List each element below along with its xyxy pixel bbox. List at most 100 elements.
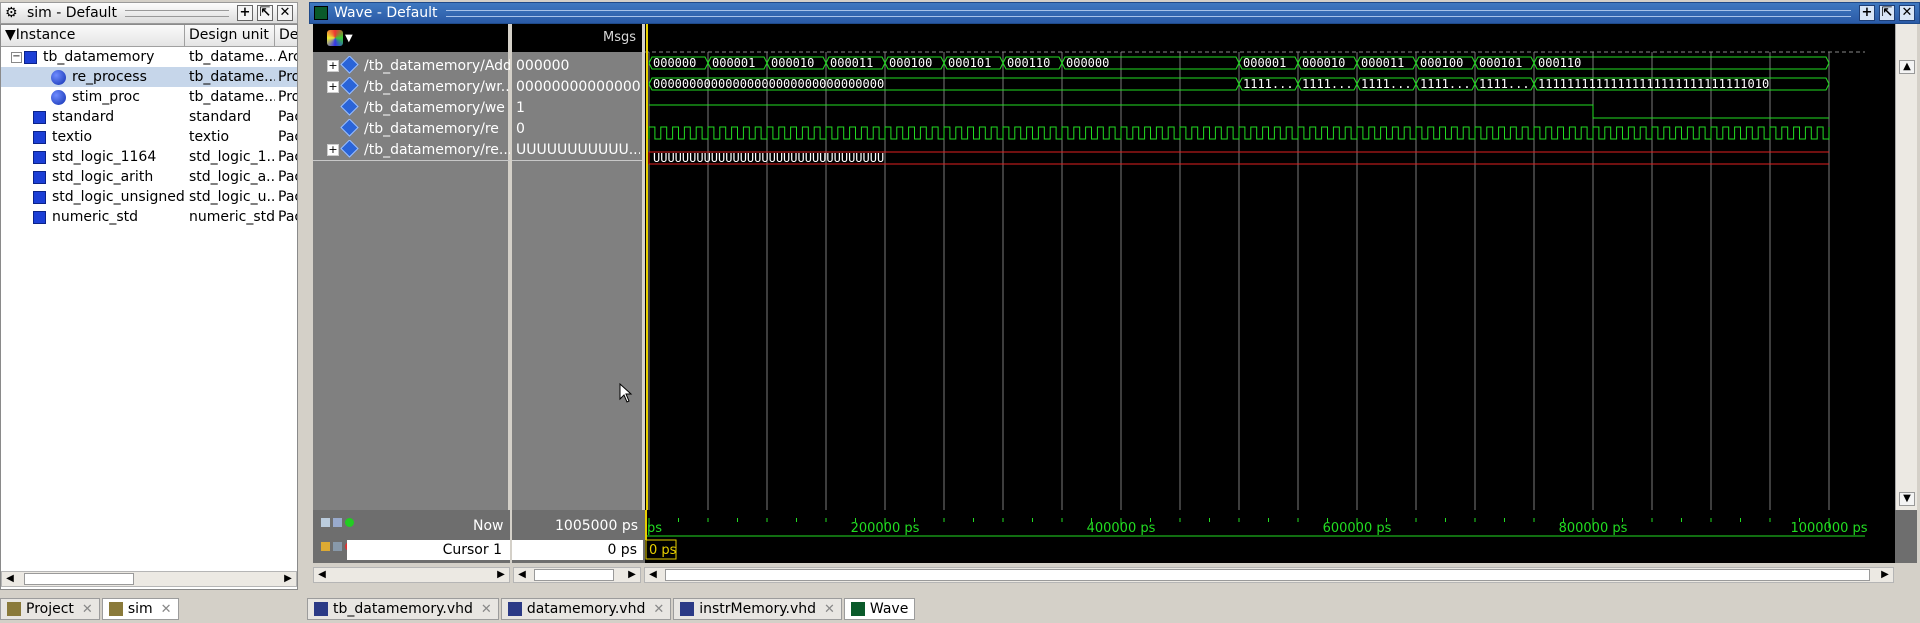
tab-sim[interactable]: sim ✕ xyxy=(101,598,179,620)
vhdl-file-icon xyxy=(507,602,522,616)
add-icon[interactable]: + xyxy=(237,5,253,21)
wave-vscrollbar[interactable]: ▲ ▼ xyxy=(1895,24,1917,510)
signal-row[interactable]: + /tb_datamemory/wr... xyxy=(313,77,510,97)
splitter[interactable] xyxy=(300,24,313,594)
instance-row[interactable]: std_logic_1164 std_logic_1...Pac xyxy=(1,147,297,167)
add-icon[interactable]: + xyxy=(1859,5,1875,21)
vhdl-file-icon xyxy=(314,602,328,616)
scroll-right-icon[interactable]: ▶ xyxy=(624,568,640,582)
tab-label: tb_datamemory.vhd xyxy=(333,601,473,617)
design-unit: standard xyxy=(189,109,252,125)
wave-titlebar[interactable]: Wave - Default + ⇱ ✕ xyxy=(309,2,1920,24)
signal-name: /tb_datamemory/we xyxy=(364,100,505,116)
scroll-up-icon[interactable]: ▲ xyxy=(1899,60,1915,74)
mouse-pointer-icon xyxy=(619,383,633,403)
design-unit: std_logic_u... xyxy=(189,189,275,205)
design-type: Pro xyxy=(278,89,297,105)
scroll-left-icon[interactable]: ◀ xyxy=(2,572,18,586)
close-icon[interactable]: ✕ xyxy=(277,5,293,21)
signal-toolbar: ▼ xyxy=(313,24,508,52)
design-unit: std_logic_1... xyxy=(189,149,275,165)
add-cursor-icon[interactable] xyxy=(345,518,354,527)
sim-titlebar[interactable]: ⚙ sim - Default + ⇱ ✕ xyxy=(0,2,298,24)
tab-project[interactable]: Project ✕ xyxy=(0,598,100,620)
signal-row[interactable]: /tb_datamemory/re xyxy=(313,119,510,139)
scroll-right-icon[interactable]: ▶ xyxy=(1877,568,1893,582)
sim-hscrollbar[interactable]: ◀ ▶ xyxy=(1,571,297,587)
cursor-name[interactable]: Cursor 1 xyxy=(347,540,510,560)
cursor-edit-icon[interactable] xyxy=(321,518,330,527)
signal-icon xyxy=(340,119,359,137)
format-icon[interactable] xyxy=(327,30,343,46)
collapse-icon[interactable]: − xyxy=(11,51,22,63)
instance-name: standard xyxy=(52,109,115,125)
timeline[interactable]: ps 200000 ps 400000 ps 600000 ps 800000 ps 10… xyxy=(645,510,1895,563)
scroll-down-icon[interactable]: ▼ xyxy=(1899,492,1915,506)
waveform-pane[interactable]: 000000 000001 000010 000011 000100 000101 0001… xyxy=(645,24,1895,510)
instance-row[interactable]: textio textio Pac xyxy=(1,127,297,147)
close-tab-icon[interactable]: ✕ xyxy=(481,602,492,617)
cursor-view-icon[interactable] xyxy=(333,518,342,527)
waveform-canvas[interactable]: 000000 000001 000010 000011 000100 000101 0001… xyxy=(645,24,1895,510)
bus-value: 000110 xyxy=(1007,56,1050,70)
wave-titlebar-grip[interactable] xyxy=(445,9,1851,17)
close-icon[interactable]: ✕ xyxy=(1899,5,1915,21)
instance-row[interactable]: re_process tb_datame... Pro xyxy=(1,67,297,87)
close-tab-icon[interactable]: ✕ xyxy=(824,602,835,617)
scroll-left-icon[interactable]: ◀ xyxy=(645,568,661,582)
scroll-right-icon[interactable]: ▶ xyxy=(280,572,296,586)
scroll-thumb[interactable] xyxy=(665,569,1870,581)
timeline-start-label: ps xyxy=(647,521,662,536)
names-hscrollbar[interactable]: ◀ ▶ xyxy=(313,567,510,583)
design-type: Pac xyxy=(278,109,297,125)
scroll-thumb[interactable] xyxy=(534,569,614,581)
timeline-canvas: ps 200000 ps 400000 ps 600000 ps 800000 ps 10… xyxy=(645,510,1868,560)
signal-row[interactable]: + /tb_datamemory/re... xyxy=(313,140,510,160)
undock-icon[interactable]: ⇱ xyxy=(257,5,273,21)
scroll-thumb[interactable] xyxy=(24,573,134,585)
col-instance[interactable]: ▼Instance xyxy=(1,25,185,46)
close-tab-icon[interactable]: ✕ xyxy=(653,602,664,617)
instance-row[interactable]: stim_proc tb_datame... Pro xyxy=(1,87,297,107)
close-tab-icon[interactable]: ✕ xyxy=(82,602,93,617)
col-design-unit[interactable]: Design unit xyxy=(185,25,275,46)
signal-row[interactable]: /tb_datamemory/we xyxy=(313,98,510,118)
wave-hscrollbar[interactable]: ◀ ▶ xyxy=(644,567,1894,583)
tab-tb-datamemory-vhd[interactable]: tb_datamemory.vhd ✕ xyxy=(307,598,499,620)
cursor-value: 0 ps xyxy=(512,540,643,560)
scroll-left-icon[interactable]: ◀ xyxy=(514,568,530,582)
instance-name: re_process xyxy=(72,69,147,85)
lock-icon[interactable] xyxy=(321,542,330,551)
expand-icon[interactable]: + xyxy=(327,144,339,156)
sim-titlebar-grip[interactable] xyxy=(124,9,229,17)
instance-name: tb_datamemory xyxy=(43,49,155,65)
signal-row[interactable]: + /tb_datamemory/Addr xyxy=(313,56,510,76)
scroll-left-icon[interactable]: ◀ xyxy=(314,568,330,582)
undock-icon[interactable]: ⇱ xyxy=(1879,5,1895,21)
instance-name: stim_proc xyxy=(72,89,140,105)
tab-wave[interactable]: Wave xyxy=(843,598,916,620)
bus-value: 000001 xyxy=(712,56,755,70)
close-tab-icon[interactable]: ✕ xyxy=(161,602,172,617)
values-hscrollbar[interactable]: ◀ ▶ xyxy=(513,567,641,583)
instance-row[interactable]: − tb_datamemory tb_datame... Arc xyxy=(1,47,297,67)
tab-datamemory-vhd[interactable]: datamemory.vhd ✕ xyxy=(500,598,672,620)
chevron-down-icon[interactable]: ▼ xyxy=(345,33,353,44)
instance-row[interactable]: standard standard Pac xyxy=(1,107,297,127)
bus-value: 000001 xyxy=(1243,56,1286,70)
instance-name: std_logic_unsigned xyxy=(52,189,185,205)
instance-row[interactable]: std_logic_arith std_logic_a...Pac xyxy=(1,167,297,187)
tab-instrmemory-vhd[interactable]: instrMemory.vhd ✕ xyxy=(673,598,842,620)
expand-icon[interactable]: + xyxy=(327,81,339,93)
expand-icon[interactable]: + xyxy=(327,60,339,72)
design-unit: textio xyxy=(189,129,230,145)
col-design-type[interactable]: Des xyxy=(275,25,297,46)
wrench-icon[interactable] xyxy=(333,542,342,551)
instance-row[interactable]: numeric_stdnumeric_stdPac xyxy=(1,207,297,227)
bus-value: 1111... xyxy=(1302,77,1353,91)
cursor-tools[interactable] xyxy=(321,518,357,532)
instance-row[interactable]: std_logic_unsignedstd_logic_u...Pac xyxy=(1,187,297,207)
signal-value: UUUUUUUUUUU... xyxy=(516,142,640,158)
design-type: Pac xyxy=(278,129,297,145)
scroll-right-icon[interactable]: ▶ xyxy=(493,568,509,582)
